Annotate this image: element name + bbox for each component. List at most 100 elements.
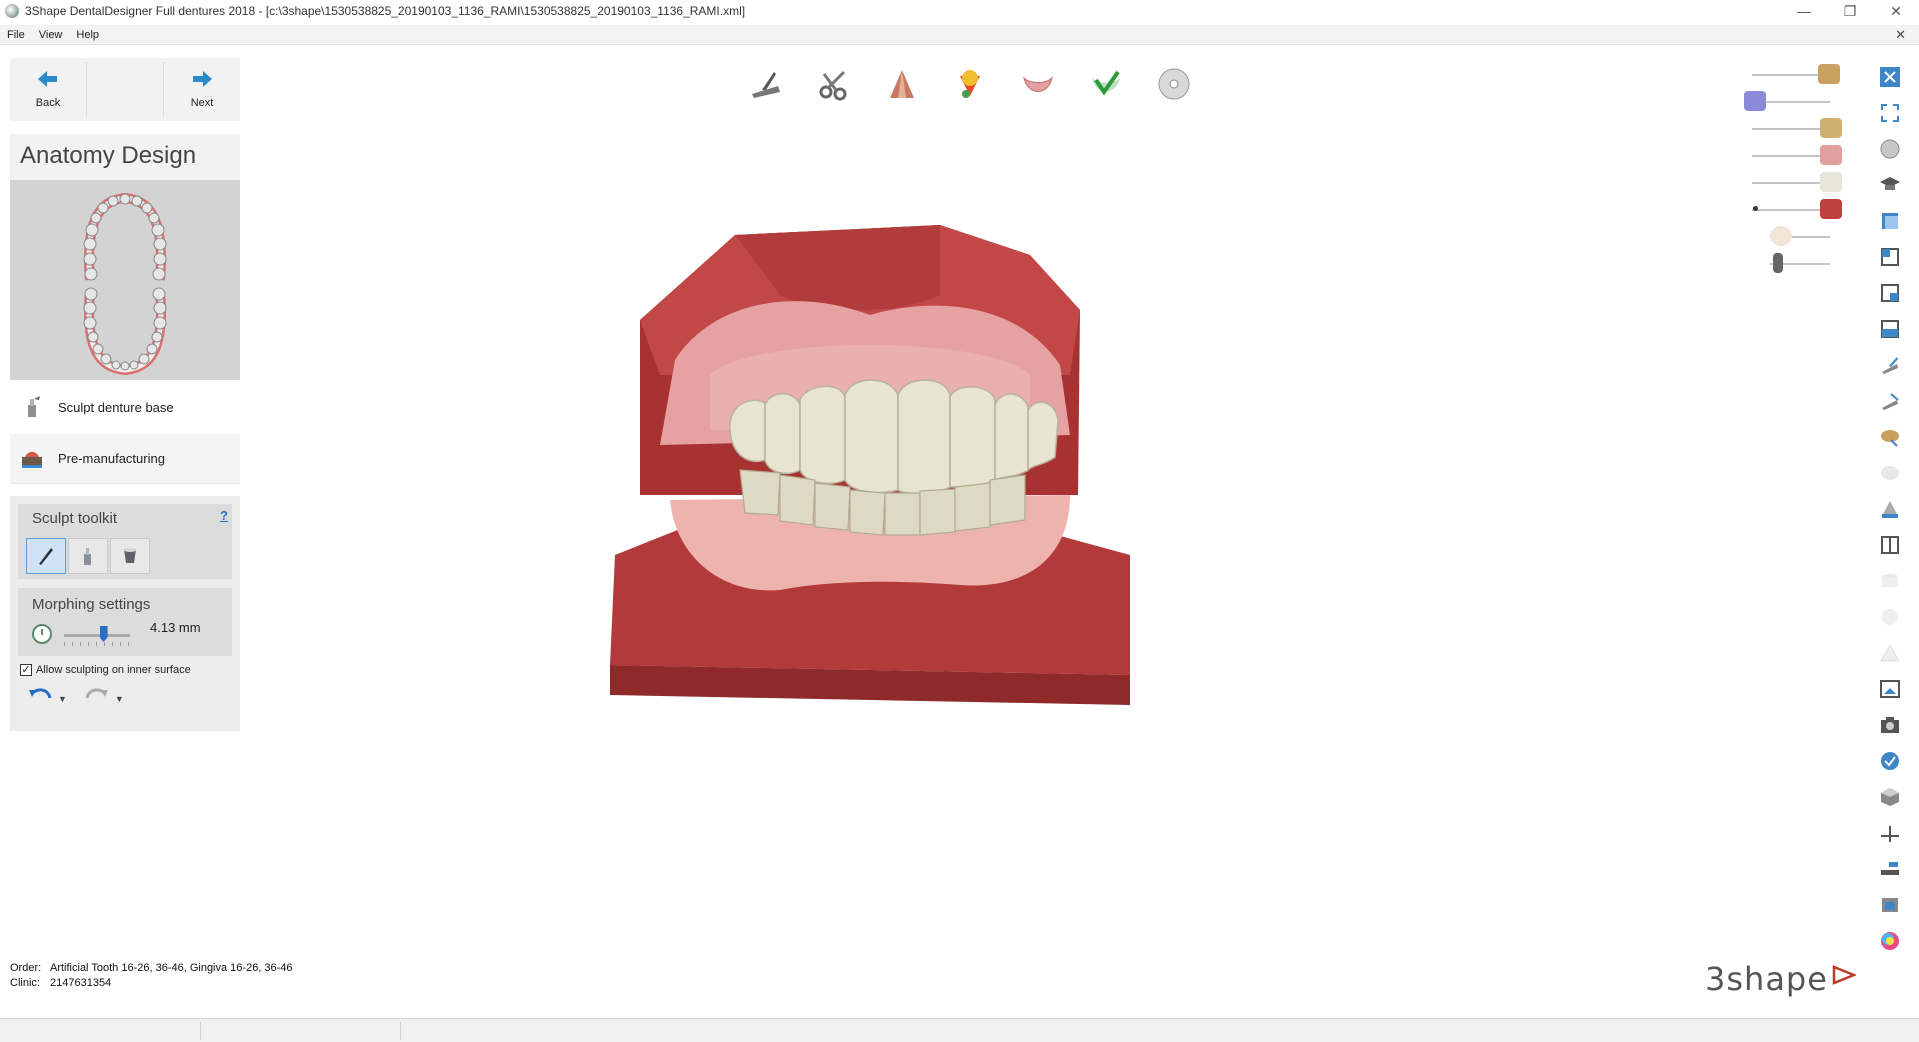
minimize-button[interactable]: —	[1781, 0, 1827, 22]
arrow-left-icon	[38, 70, 58, 93]
disabled-sphere-icon	[1877, 604, 1903, 630]
wax-knife-button[interactable]	[68, 538, 108, 574]
color-wheel-icon[interactable]	[1877, 928, 1903, 954]
cube-icon[interactable]	[1877, 784, 1903, 810]
arrow-right-icon	[192, 70, 212, 93]
visibility-slider-lower-teeth[interactable]	[1740, 170, 1842, 197]
occlusion-icon[interactable]	[1877, 424, 1903, 450]
restore-button[interactable]: ❐	[1827, 0, 1873, 22]
right-toolbar	[1877, 64, 1907, 964]
step-sculpt-denture-base[interactable]: Sculpt denture base	[10, 382, 240, 432]
visibility-slider-scan[interactable]	[1740, 89, 1840, 116]
close-view-icon[interactable]	[1877, 64, 1903, 90]
next-label: Next	[190, 97, 214, 109]
menu-file[interactable]: File	[0, 29, 32, 41]
window-controls: — ❐ ✕	[1781, 0, 1919, 22]
visibility-slider-upper-model[interactable]	[1740, 62, 1840, 89]
articulator-icon[interactable]	[1877, 892, 1903, 918]
visibility-slider-tooth[interactable]	[1740, 224, 1840, 251]
tooth-placement-icon[interactable]	[882, 64, 922, 104]
morph-slider-track[interactable]	[64, 634, 130, 637]
upper-teeth-icon[interactable]	[1820, 118, 1842, 138]
model-icon[interactable]	[1877, 496, 1903, 522]
order-label: Order:	[10, 962, 42, 974]
save-disc-icon[interactable]	[1154, 64, 1194, 104]
undo-dropdown-icon[interactable]: ▼	[58, 694, 67, 704]
app-icon	[5, 4, 19, 18]
app-window: 3Shape DentalDesigner Full dentures 2018…	[0, 0, 1919, 1042]
graduation-cap-icon[interactable]	[1877, 172, 1903, 198]
workflow-toolbar	[746, 64, 1194, 104]
status-bar	[0, 1018, 1919, 1042]
trim-tool-icon[interactable]	[814, 64, 854, 104]
step-label: Pre-manufacturing	[58, 451, 165, 466]
visibility-slider-gingiva[interactable]	[1740, 143, 1842, 170]
back-label: Back	[35, 97, 61, 109]
upper-model-icon[interactable]	[1818, 64, 1840, 84]
step-pre-manufacturing[interactable]: Pre-manufacturing	[10, 434, 240, 484]
denture-base-icon[interactable]	[1018, 64, 1058, 104]
logo-mark-icon	[1832, 965, 1856, 985]
menu-view[interactable]: View	[32, 29, 70, 41]
view-left-icon[interactable]	[1877, 280, 1903, 306]
disabled-warning-icon	[1877, 640, 1903, 666]
measure-icon[interactable]	[1877, 820, 1903, 846]
redo-dropdown-icon[interactable]: ▼	[115, 694, 124, 704]
morphing-settings-title: Morphing settings	[32, 596, 151, 613]
inner-surface-label: Allow sculpting on inner surface	[36, 664, 191, 676]
lower-teeth-icon[interactable]	[1820, 172, 1842, 192]
page-title: Anatomy Design	[10, 134, 240, 180]
verify-checkmark-icon[interactable]	[1086, 64, 1126, 104]
scan-prep-icon[interactable]	[746, 64, 786, 104]
visibility-slider-implant[interactable]	[1740, 251, 1840, 278]
sculpt-toolkit-panel: Sculpt toolkit ? Morphing settings 4.13 …	[10, 496, 240, 731]
freeform-sculpt-button[interactable]	[26, 538, 66, 574]
back-button[interactable]: Back	[10, 58, 86, 121]
order-info: Order: Artificial Tooth 16-26, 36-46, Gin…	[10, 961, 293, 991]
view-top-icon[interactable]	[1877, 352, 1903, 378]
view-back-icon[interactable]	[1877, 244, 1903, 270]
step-label: Sculpt denture base	[58, 399, 174, 415]
sculpt-tool-icon	[28, 396, 40, 417]
view-right-icon[interactable]	[1877, 316, 1903, 342]
view-bottom-icon[interactable]	[1877, 388, 1903, 414]
help-link[interactable]: ?	[220, 508, 228, 523]
clinic-label: Clinic:	[10, 977, 40, 989]
morph-value: 4.13 mm	[150, 620, 201, 635]
gingiva-icon[interactable]	[1820, 145, 1842, 165]
morph-slider-thumb[interactable]	[99, 626, 108, 642]
visibility-slider-model-base[interactable]	[1740, 197, 1842, 224]
menu-bar: File View Help ✕	[0, 25, 1919, 45]
model-base-icon[interactable]	[1820, 199, 1842, 219]
gingiva-color-icon[interactable]	[950, 64, 990, 104]
morphing-settings-group: Morphing settings 4.13 mm	[18, 588, 232, 656]
implant-icon[interactable]	[1773, 253, 1783, 273]
undo-icon[interactable]	[28, 686, 52, 712]
visibility-sliders	[1740, 62, 1842, 278]
3shape-logo: 3shape	[1705, 960, 1828, 998]
scan-layer-icon[interactable]	[1744, 91, 1766, 111]
smooth-tool-button[interactable]	[110, 538, 150, 574]
disabled-cylinder-icon	[1877, 568, 1903, 594]
ruler-icon[interactable]	[1877, 856, 1903, 882]
camera-icon[interactable]	[1877, 712, 1903, 738]
inner-surface-checkbox[interactable]: ✓	[20, 664, 32, 676]
cross-section-icon[interactable]	[1877, 532, 1903, 558]
3d-viewport[interactable]	[600, 225, 1270, 835]
redo-icon[interactable]	[85, 686, 109, 712]
next-button[interactable]: Next	[164, 58, 240, 121]
fullscreen-icon[interactable]	[1877, 100, 1903, 126]
undo-redo-group: ▼ ▼	[28, 686, 136, 712]
screenshot-frame-icon[interactable]	[1877, 676, 1903, 702]
menu-help[interactable]: Help	[69, 29, 106, 41]
close-window-button[interactable]: ✕	[1873, 0, 1919, 22]
disabled-tool-icon	[1877, 460, 1903, 486]
close-document-button[interactable]: ✕	[1888, 27, 1913, 43]
visibility-slider-upper-teeth[interactable]	[1740, 116, 1842, 143]
jaw-overview-image[interactable]	[10, 180, 240, 380]
report-icon[interactable]	[1877, 748, 1903, 774]
view-front-icon[interactable]	[1877, 208, 1903, 234]
tooth-icon[interactable]	[1770, 226, 1792, 246]
globe-icon[interactable]	[1877, 136, 1903, 162]
allow-inner-surface-option[interactable]: ✓ Allow sculpting on inner surface	[20, 664, 191, 676]
